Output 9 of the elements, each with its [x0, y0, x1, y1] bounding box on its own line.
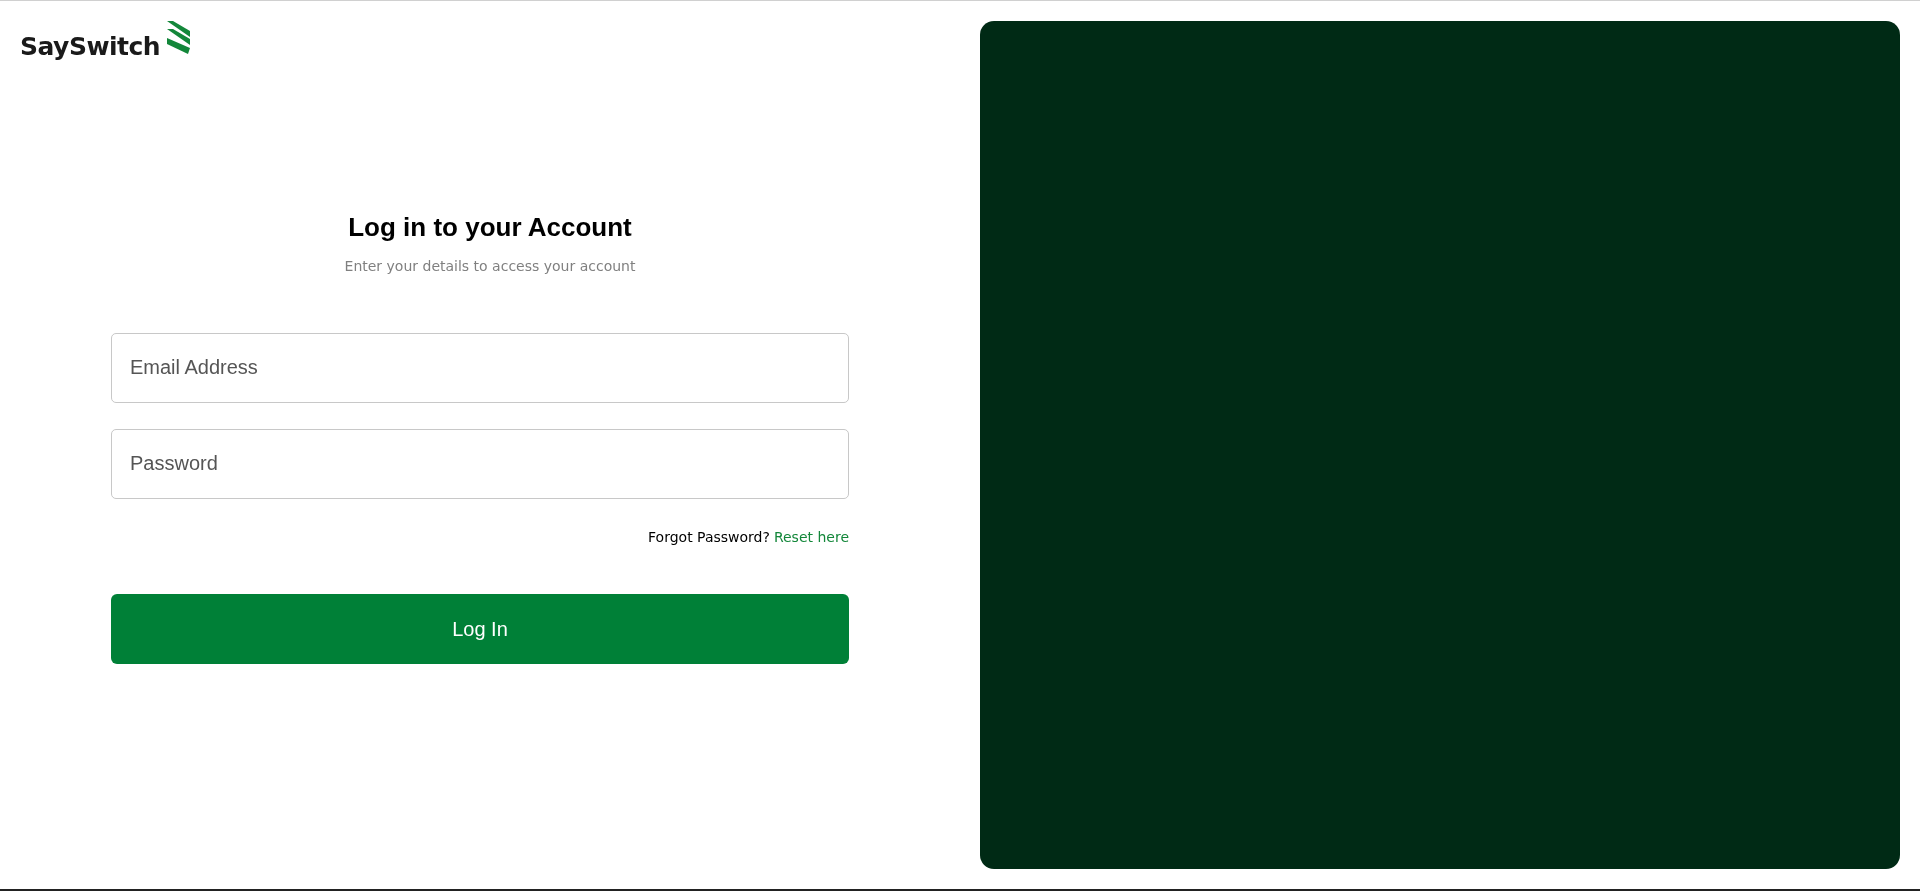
forgot-password-text: Forgot Password? [648, 527, 770, 547]
reset-link[interactable]: Reset here [773, 526, 849, 548]
login-subtitle: Enter your details to access your account [344, 256, 636, 276]
password-field[interactable]: Password [111, 428, 849, 499]
login-button[interactable]: Log In [111, 593, 849, 664]
email-field[interactable]: Email Address [111, 332, 849, 403]
login-title: Log in to your Account [348, 211, 632, 244]
logo-icon [164, 21, 193, 57]
logo-text: SaySwitch [20, 34, 161, 59]
